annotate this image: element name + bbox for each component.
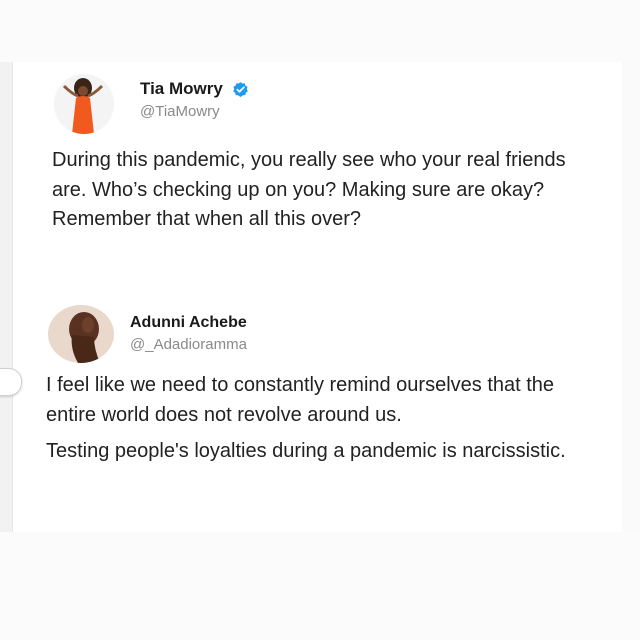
left-edge-strip bbox=[0, 62, 13, 532]
tweet-header: Tia Mowry @TiaMowry bbox=[52, 70, 612, 134]
profile-avatar[interactable] bbox=[54, 74, 114, 134]
user-identity: Tia Mowry @TiaMowry bbox=[140, 79, 249, 120]
tweet-card-adunni-achebe: Adunni Achebe @_Adadioramma I feel like … bbox=[46, 303, 612, 467]
woman-in-orange-dress-avatar-icon bbox=[54, 74, 114, 134]
tweet-header: Adunni Achebe @_Adadioramma bbox=[46, 303, 612, 367]
tweet-body-paragraph: Testing people's loyalties during a pand… bbox=[46, 440, 566, 462]
user-handle[interactable]: @_Adadioramma bbox=[130, 336, 247, 353]
side-scroll-handle[interactable] bbox=[0, 368, 22, 396]
verified-badge-icon bbox=[233, 81, 249, 97]
top-margin bbox=[0, 0, 640, 62]
tweet-card-tia-mowry: Tia Mowry @TiaMowry During this pandemic… bbox=[52, 70, 612, 235]
tweet-body: During this pandemic, you really see who… bbox=[52, 149, 566, 230]
display-name[interactable]: Tia Mowry bbox=[140, 79, 223, 99]
tweet-body-paragraph: I feel like we need to constantly remind… bbox=[46, 374, 555, 426]
user-handle[interactable]: @TiaMowry bbox=[140, 103, 249, 120]
user-identity: Adunni Achebe @_Adadioramma bbox=[130, 314, 247, 353]
bald-woman-profile-avatar-icon bbox=[48, 305, 114, 363]
profile-avatar[interactable] bbox=[48, 305, 114, 363]
display-name[interactable]: Adunni Achebe bbox=[130, 314, 247, 332]
right-edge-strip bbox=[622, 62, 640, 532]
bottom-margin bbox=[0, 532, 640, 640]
